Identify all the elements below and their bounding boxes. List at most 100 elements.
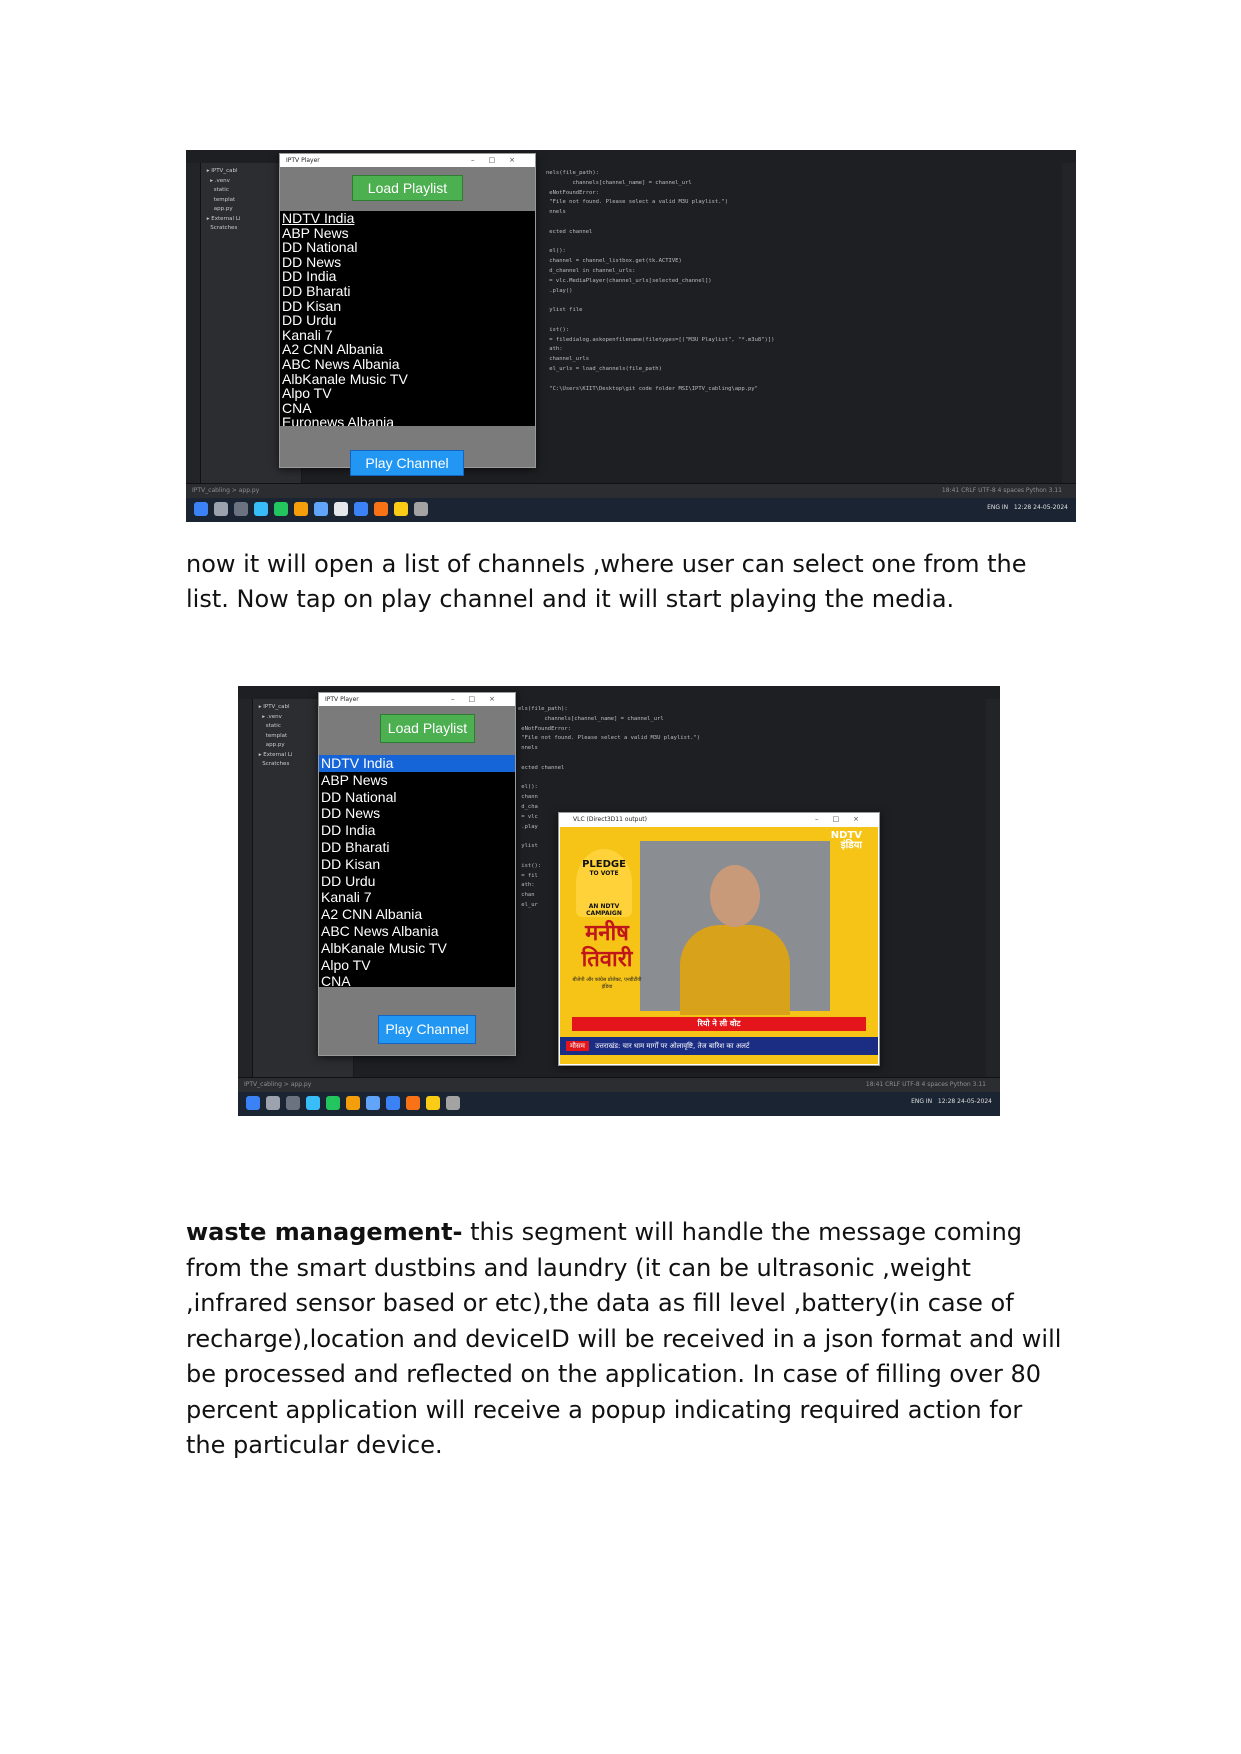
- channel-item[interactable]: DD Bharati: [280, 284, 535, 299]
- app-icon[interactable]: [366, 1096, 380, 1110]
- window-controls[interactable]: –□×: [815, 813, 873, 826]
- channel-item[interactable]: DD Urdu: [319, 873, 515, 890]
- channel-item[interactable]: DD Urdu: [280, 313, 535, 328]
- chrome-icon[interactable]: [346, 1096, 360, 1110]
- channel-listbox[interactable]: NDTV India ABP News DD National DD News DD I…: [319, 755, 515, 987]
- app-icon[interactable]: [406, 1096, 420, 1110]
- app-icon[interactable]: [334, 502, 348, 516]
- start-icon[interactable]: [246, 1096, 260, 1110]
- window-titlebar: IPTV Player –□×: [280, 154, 535, 167]
- project-tree: ▸ IPTV_cabl ▸ .venv static templat app.p…: [258, 704, 293, 767]
- iptv-player-window: IPTV Player –□× Load Playlist NDTV India…: [318, 692, 516, 1056]
- ide-right-toolbar: [986, 699, 1000, 1078]
- channel-item[interactable]: Kanali 7: [319, 889, 515, 906]
- channel-item[interactable]: NDTV India: [319, 755, 515, 772]
- pycharm-icon[interactable]: [446, 1096, 460, 1110]
- channel-item[interactable]: ABC News Albania: [319, 923, 515, 940]
- paragraph-body: this segment will handle the message com…: [186, 1218, 1062, 1459]
- ticker-text: उत्तराखंड: चार धाम मार्गों पर ओलावृष्टि,…: [595, 1042, 750, 1050]
- window-body: Load Playlist NDTV India ABP News DD Natio…: [319, 706, 515, 1055]
- channel-item[interactable]: AlbKanale Music TV: [280, 371, 535, 387]
- ide-left-toolbar: [238, 699, 253, 1078]
- guest-description: बीजेपी और कांग्रेस प्रोजेक्ट, एनडीटीवी इ…: [572, 977, 642, 990]
- status-bar: IPTV_cabling > app.py 18:41 CRLF UTF-8 4…: [238, 1077, 1000, 1092]
- pledge-title: PLEDGE: [582, 859, 626, 870]
- window-title: IPTV Player: [286, 157, 320, 164]
- chrome-icon[interactable]: [294, 502, 308, 516]
- channel-item[interactable]: ABC News Albania: [280, 357, 535, 372]
- whatsapp-icon[interactable]: [274, 502, 288, 516]
- tray-time: 12:28: [937, 1098, 956, 1105]
- presenter-head: [710, 865, 760, 927]
- project-tree: ▸ IPTV_cabl ▸ .venv static templat app.p…: [206, 168, 241, 231]
- status-bar: IPTV_cabling > app.py 18:41 CRLF UTF-8 4…: [186, 483, 1076, 498]
- windows-taskbar: ENG IN 12:28 24-05-2024: [238, 1092, 1000, 1116]
- channel-item[interactable]: DD India: [319, 822, 515, 839]
- vlc-title: VLC (Direct3D11 output): [573, 816, 647, 823]
- tray-date: 24-05-2024: [1033, 504, 1068, 511]
- status-info: 18:41 CRLF UTF-8 4 spaces Python 3.11: [865, 1081, 986, 1088]
- whatsapp-icon[interactable]: [326, 1096, 340, 1110]
- task-view-icon[interactable]: [286, 1096, 300, 1110]
- channel-listbox[interactable]: NDTV India ABP News DD National DD News DD I…: [280, 211, 535, 426]
- channel-item[interactable]: Alpo TV: [280, 386, 535, 401]
- channel-item[interactable]: A2 CNN Albania: [280, 342, 535, 357]
- system-tray: ENG IN 12:28 24-05-2024: [911, 1098, 992, 1105]
- channel-item[interactable]: DD Kisan: [319, 856, 515, 873]
- vscode-icon[interactable]: [354, 502, 368, 516]
- channel-item[interactable]: DD National: [319, 789, 515, 806]
- telegram-icon[interactable]: [306, 1096, 320, 1110]
- status-breadcrumb: IPTV_cabling > app.py: [192, 487, 260, 494]
- window-title: IPTV Player: [325, 696, 359, 703]
- folder-icon[interactable]: [394, 502, 408, 516]
- window-body: Load Playlist NDTV India ABP News DD Natio…: [280, 167, 535, 476]
- ticker-tag: मौसम: [566, 1041, 589, 1051]
- channel-item[interactable]: DD Bharati: [319, 839, 515, 856]
- search-icon[interactable]: [266, 1096, 280, 1110]
- tray-language: ENG IN: [911, 1098, 933, 1105]
- start-icon[interactable]: [194, 502, 208, 516]
- tray-time: 12:28: [1013, 504, 1032, 511]
- channel-item[interactable]: Kanali 7: [280, 328, 535, 343]
- load-playlist-button[interactable]: Load Playlist: [352, 175, 463, 201]
- channel-item[interactable]: ABP News: [280, 225, 535, 241]
- taskbar-icons: [246, 1096, 460, 1110]
- channel-item[interactable]: DD Kisan: [280, 298, 535, 314]
- channel-item[interactable]: ABP News: [319, 772, 515, 789]
- load-playlist-button[interactable]: Load Playlist: [380, 714, 475, 743]
- play-channel-button[interactable]: Play Channel: [350, 450, 464, 476]
- ndtv-logo: NDTV इंडिया: [831, 831, 862, 851]
- channel-item[interactable]: DD News: [280, 255, 535, 270]
- app-icon[interactable]: [374, 502, 388, 516]
- caption-1: now it will open a list of channels ,whe…: [186, 550, 1027, 613]
- video-frame: NDTV इंडिया PLEDGE TO VOTE AN NDTV CAMPA…: [560, 827, 878, 1064]
- window-controls[interactable]: –□×: [451, 693, 509, 706]
- channel-item[interactable]: DD National: [280, 240, 535, 255]
- vscode-icon[interactable]: [386, 1096, 400, 1110]
- search-icon[interactable]: [214, 502, 228, 516]
- tray-language: ENG IN: [987, 504, 1009, 511]
- app-icon[interactable]: [314, 502, 328, 516]
- vlc-window: VLC (Direct3D11 output) –□× NDTV इंडिया …: [558, 812, 880, 1066]
- window-controls[interactable]: –□×: [471, 154, 529, 167]
- ide-right-toolbar: [1062, 163, 1076, 484]
- paragraph-lead: waste management-: [186, 1218, 463, 1246]
- task-view-icon[interactable]: [234, 502, 248, 516]
- channel-item[interactable]: DD India: [280, 269, 535, 284]
- channel-item[interactable]: CNA: [280, 401, 535, 416]
- channel-item[interactable]: CNA: [319, 973, 515, 987]
- pycharm-icon[interactable]: [414, 502, 428, 516]
- channel-item[interactable]: A2 CNN Albania: [319, 906, 515, 923]
- vlc-titlebar: VLC (Direct3D11 output) –□×: [559, 813, 879, 826]
- body-paragraph: waste management- this segment will hand…: [186, 1215, 1066, 1464]
- campaign-label: AN NDTV CAMPAIGN: [586, 903, 622, 917]
- play-channel-button[interactable]: Play Channel: [378, 1015, 476, 1044]
- channel-item[interactable]: AlbKanale Music TV: [319, 940, 515, 957]
- channel-item[interactable]: Euronews Albania: [280, 415, 535, 426]
- channel-item[interactable]: DD News: [319, 805, 515, 822]
- channel-item[interactable]: NDTV India: [280, 211, 535, 226]
- channel-item[interactable]: Alpo TV: [319, 957, 515, 974]
- folder-icon[interactable]: [426, 1096, 440, 1110]
- telegram-icon[interactable]: [254, 502, 268, 516]
- pledge-subtitle: TO VOTE: [589, 870, 619, 877]
